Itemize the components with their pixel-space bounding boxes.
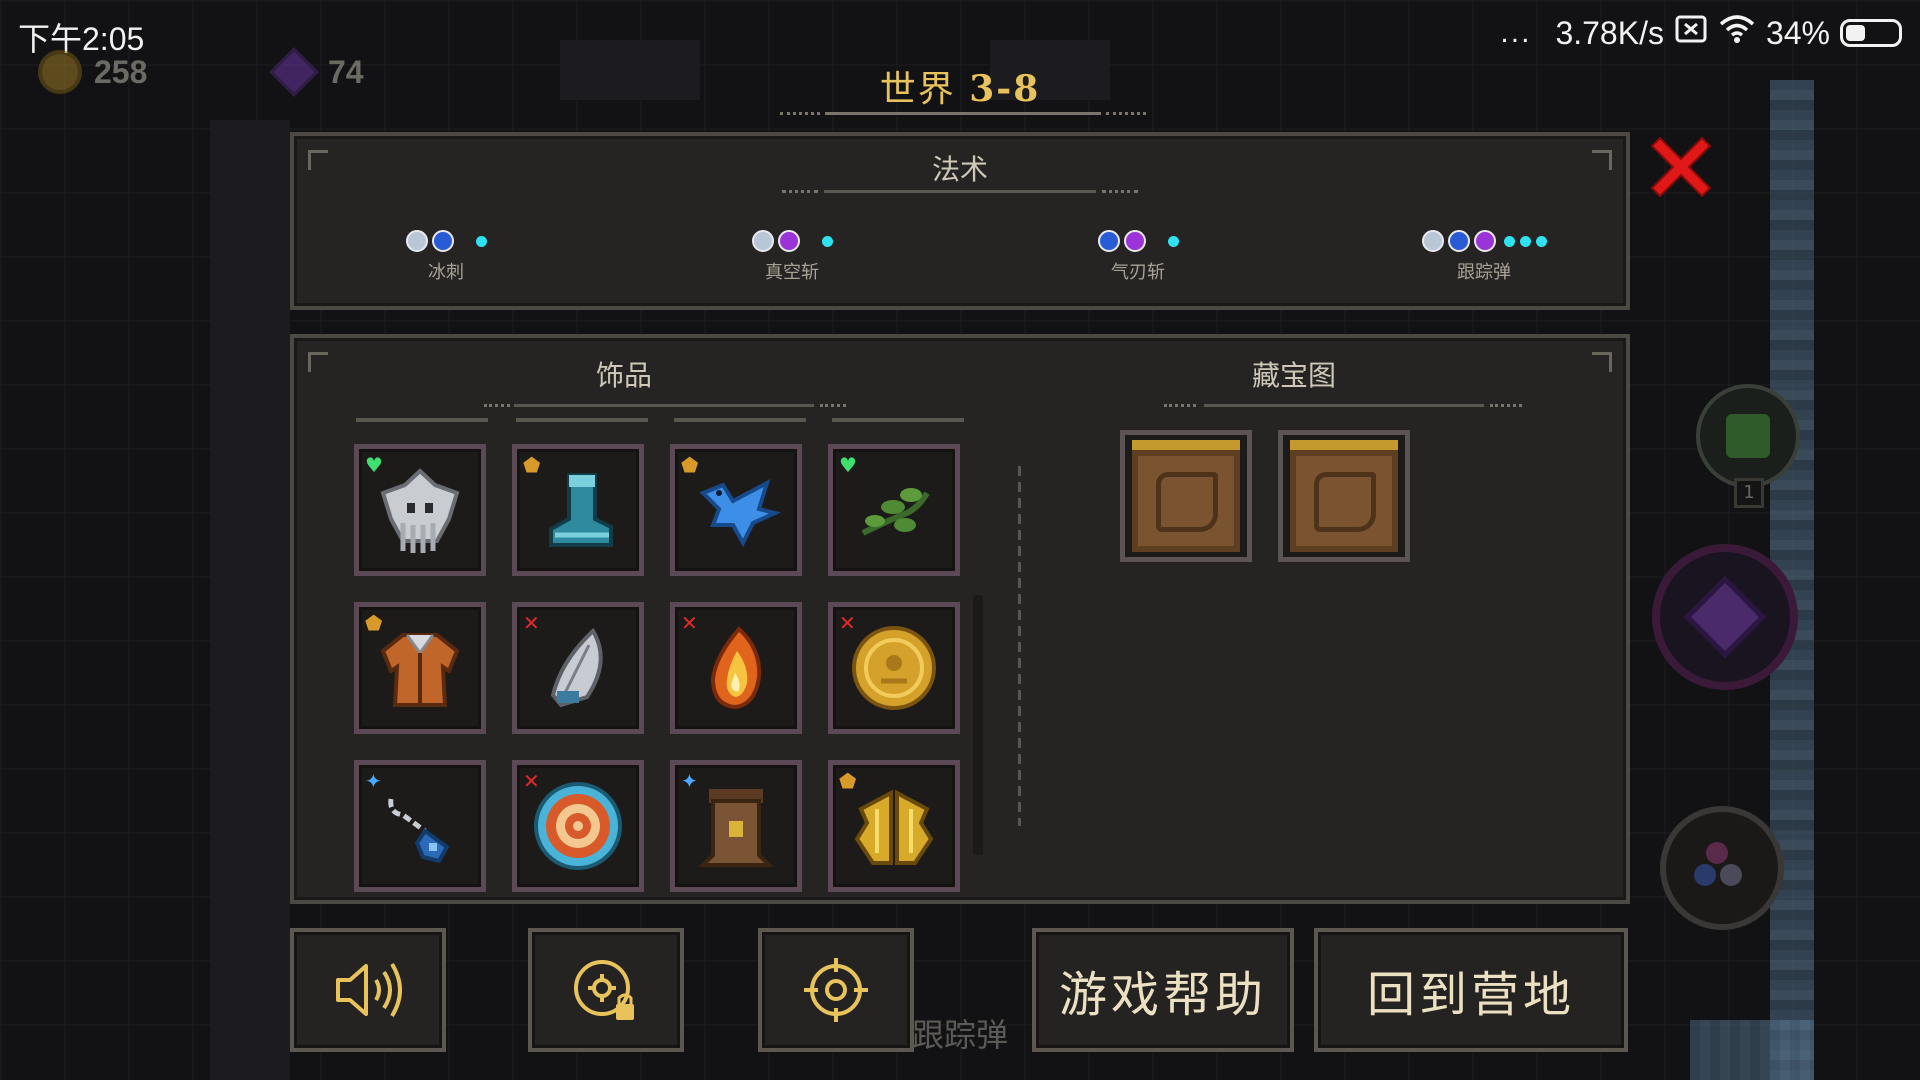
background-spell-label: 跟踪弹	[912, 1016, 1009, 1054]
world-label: 世界	[879, 69, 956, 110]
potion-slot[interactable]	[1696, 384, 1800, 488]
rune-wheel[interactable]	[1660, 806, 1784, 930]
spell-air-blade[interactable]: 气刃斩	[1038, 228, 1238, 284]
title-divider	[825, 112, 1101, 115]
white-rune-icon	[751, 230, 774, 252]
wifi-icon	[1718, 14, 1756, 52]
treasure-map-slot[interactable]	[1120, 430, 1252, 562]
treasure-map-slot[interactable]	[1278, 430, 1410, 562]
accessory-slot[interactable]: ✕	[512, 602, 644, 734]
accessory-slot[interactable]: ⬟	[670, 444, 802, 576]
skull-helmet-icon	[380, 468, 460, 553]
treasure-maps-title: 藏宝图	[1251, 359, 1336, 392]
target-shield-icon	[534, 782, 622, 870]
purple-rune-icon	[1123, 230, 1146, 252]
return-to-camp-button[interactable]: 回到营地	[1314, 928, 1628, 1052]
close-button[interactable]	[1646, 132, 1716, 202]
purple-diamond-icon	[1683, 575, 1767, 659]
speaker-icon	[336, 962, 402, 1018]
game-help-button[interactable]: 游戏帮助	[1032, 928, 1294, 1052]
spell-name: 跟踪弹	[1457, 262, 1511, 283]
fire-crystal-icon	[710, 626, 762, 710]
accessory-slot[interactable]: ✕	[828, 602, 960, 734]
herb-icon	[1726, 414, 1770, 458]
white-rune-icon	[405, 230, 428, 252]
white-rune-icon	[1421, 230, 1444, 252]
treasure-map-icon	[1132, 440, 1240, 552]
accessory-slot[interactable]: ♥	[828, 444, 960, 576]
close-icon	[1650, 136, 1712, 198]
accessory-slot[interactable]: ⬟	[354, 602, 486, 734]
accessory-slot[interactable]: ✕	[670, 602, 802, 734]
blue-rune-icon	[431, 230, 454, 252]
golden-wings-icon	[854, 789, 934, 865]
sound-button[interactable]	[290, 928, 446, 1052]
purple-rune-icon	[1473, 230, 1496, 252]
battery-percent: 34%	[1765, 14, 1830, 51]
potion-count: 1	[1734, 478, 1764, 508]
gold-coin-icon	[852, 626, 936, 710]
scroll-icon	[698, 789, 774, 867]
locked-target-icon	[574, 960, 634, 1020]
blue-rune-icon	[1447, 230, 1470, 252]
treasure-map-icon	[1290, 440, 1398, 552]
section-divider	[1018, 466, 1021, 826]
boot-icon	[549, 473, 613, 547]
accessory-slot[interactable]: ✦	[670, 760, 802, 892]
spell-name: 气刃斩	[1111, 262, 1165, 283]
lock-aim-button[interactable]	[528, 928, 684, 1052]
aim-assist-button[interactable]	[758, 928, 914, 1052]
leather-armor-icon	[380, 633, 460, 707]
accessory-slot[interactable]: ✦	[354, 760, 486, 892]
spells-title: 法术	[931, 153, 988, 186]
battery-icon	[1840, 19, 1902, 47]
crosshair-icon	[804, 958, 868, 1022]
accessory-slot[interactable]: ✕	[512, 760, 644, 892]
blue-rune-icon	[1097, 230, 1120, 252]
spell-name: 冰刺	[428, 262, 464, 283]
spell-ice-spike[interactable]: 冰刺	[346, 228, 546, 284]
spell-vacuum-slash[interactable]: 真空斩	[692, 228, 892, 284]
accessories-title: 饰品	[595, 359, 652, 392]
more-dots-icon: ...	[1500, 16, 1532, 49]
game-help-label: 游戏帮助	[1058, 967, 1267, 1023]
items-panel: 饰品 藏宝图	[290, 334, 1630, 904]
return-to-camp-label: 回到营地	[1366, 967, 1575, 1023]
purple-rune-icon	[777, 230, 800, 252]
net-speed: 3.78K/s	[1555, 14, 1664, 51]
world-title: 世界 3-8	[0, 60, 1920, 112]
silver-feather-icon	[550, 627, 603, 708]
accessory-slot[interactable]: ⬟	[512, 444, 644, 576]
spell-name: 真空斩	[765, 262, 819, 283]
special-skill-button[interactable]	[1652, 544, 1798, 690]
sim-icon	[1674, 14, 1708, 52]
spell-homing-bullet[interactable]: 跟踪弹	[1384, 228, 1584, 284]
blue-bird-icon	[699, 478, 782, 548]
accessory-slot[interactable]: ♥	[354, 444, 486, 576]
herb-sprig-icon	[861, 488, 930, 536]
spells-panel: 法术 冰刺 真空斩 气刃斩 跟踪弹	[290, 132, 1630, 310]
accessories-scrollbar[interactable]	[973, 595, 983, 855]
pendant-chain-icon	[388, 798, 450, 864]
world-level: 3-8	[969, 68, 1041, 110]
accessory-slot[interactable]: ⬟	[828, 760, 960, 892]
